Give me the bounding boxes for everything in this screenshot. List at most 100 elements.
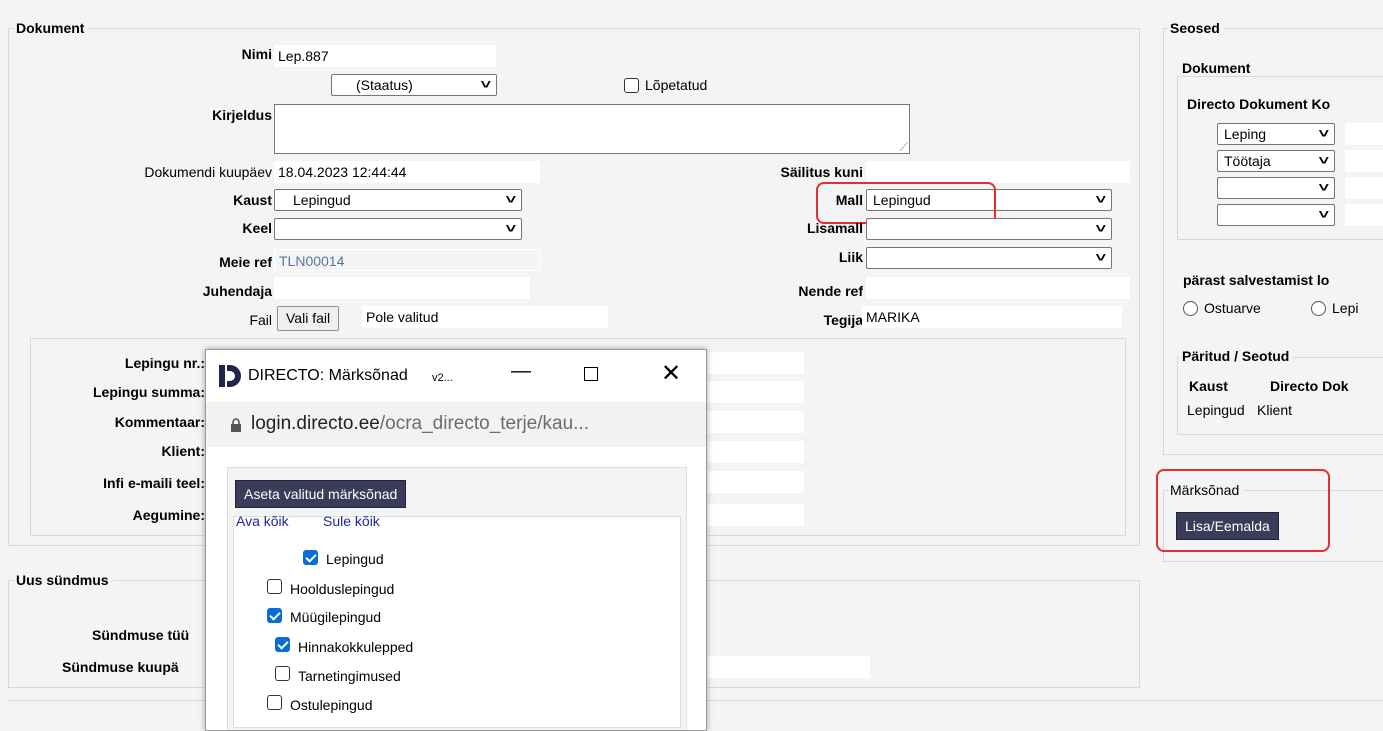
nenderef-label: Nende ref [798,283,863,299]
seosed-row-select-1[interactable]: Leping ˅ [1217,123,1335,145]
popup-title-suffix: v2... [432,372,453,384]
ostuarve-radio[interactable] [1183,301,1198,316]
hoolduslepingud-label: Hoolduslepingud [290,581,395,597]
paritud-row-dok[interactable]: Klient [1257,402,1292,418]
marksonad-highlight [1156,469,1330,552]
chevron-down-icon: ˅ [1318,180,1330,195]
sailitus-input[interactable] [866,161,1130,183]
keel-label: Keel [242,220,272,236]
seosed-row-input-1[interactable] [1345,123,1383,145]
chevron-down-icon: ˅ [1318,153,1330,168]
url-text[interactable]: login.directo.ee/ocra_directo_terje/kau.… [251,413,589,435]
chevron-down-icon: ˅ [1095,192,1107,207]
marksonad-popup-window: DIRECTO: Märksõnad v2... — ✕ login.direc… [205,349,707,731]
infi-label: Infi e-maili teel: [103,475,205,491]
nimi-input[interactable]: Lep.887 [274,45,496,67]
kaust-select[interactable]: Lepingud ˅ [274,189,522,211]
meieref-input: TLN00014 [274,249,540,271]
paritud-fieldset [1177,357,1383,435]
hinnakokkulepped-checkbox[interactable] [275,637,290,652]
seosed-row-input-3[interactable] [1345,177,1383,199]
kaust-value: Lepingud [293,192,351,208]
parast-salvestamist-text: pärast salvestamist lo [1183,272,1330,288]
lisamall-select[interactable]: ˅ [866,218,1112,240]
kirjeldus-textarea[interactable]: ⟋ [274,104,910,154]
ostuarve-label: Ostuarve [1204,300,1261,316]
url-host: login.directo.ee [251,413,380,434]
klient-label: Klient: [161,443,205,459]
directo-logo-icon [219,365,241,387]
chevron-down-icon: ˅ [505,192,517,207]
muugilepingud-checkbox[interactable] [267,608,282,623]
seosed-row-select-3[interactable]: ˅ [1217,177,1335,199]
lepingud-label: Lepingud [326,551,384,567]
staatus-select[interactable]: (Staatus) ˅ [331,74,497,96]
close-icon[interactable]: ✕ [661,359,681,388]
paritud-legend: Päritud / Seotud [1180,348,1294,364]
lepi-label: Lepi [1332,300,1359,316]
chevron-down-icon: ˅ [1095,221,1107,236]
aegumine-label: Aegumine: [132,507,205,523]
staatus-value: (Staatus) [356,77,413,93]
kirjeldus-label: Kirjeldus [212,107,272,123]
lepingu-nr-label: Lepingu nr.: [124,355,205,371]
liik-label: Liik [838,249,863,265]
juhendaja-label: Juhendaja [202,283,272,299]
seosed-dokument-legend: Dokument [1180,60,1255,76]
liik-select[interactable]: ˅ [866,247,1112,269]
ostulepingud-label: Ostulepingud [290,697,373,713]
popup-titlebar: DIRECTO: Märksõnad v2... — ✕ [206,350,706,402]
tarnetingimused-label: Tarnetingimused [298,668,401,684]
hinnakokkulepped-label: Hinnakokkulepped [298,639,414,655]
seosed-row-input-2[interactable] [1345,150,1383,172]
paritud-row-kaust[interactable]: Lepingud [1187,402,1245,418]
meieref-label: Meie ref [219,254,272,270]
seosed-row-select-2[interactable]: Töötaja ˅ [1217,150,1335,172]
kaust-label: Kaust [233,192,272,208]
ostulepingud-checkbox[interactable] [267,695,282,710]
directo-dokument-header: Directo Dokument Ko [1187,96,1331,112]
tarnetingimused-checkbox[interactable] [275,666,290,681]
paritud-col-kaust: Kaust [1189,378,1228,394]
maximize-icon[interactable] [584,367,598,381]
juhendaja-input[interactable] [274,277,530,299]
lock-icon [231,418,241,432]
resize-handle-icon[interactable]: ⟋ [900,140,908,155]
kuupaev-input[interactable]: 18.04.2023 12:44:44 [274,161,540,183]
keel-select[interactable]: ˅ [274,218,522,240]
lepingud-checkbox[interactable] [303,550,318,565]
sailitus-label: Säilitus kuni [780,164,863,180]
popup-title: DIRECTO: Märksõnad [248,367,408,384]
fail-status: Pole valitud [362,306,608,328]
chevron-down-icon: ˅ [1318,207,1330,222]
lepi-radio[interactable] [1311,301,1326,316]
paritud-col-dok: Directo Dok [1270,378,1349,394]
lepingu-summa-label: Lepingu summa: [92,384,205,400]
lisamall-label: Lisamall [806,220,863,236]
seosed-row-select-4[interactable]: ˅ [1217,204,1335,226]
minimize-icon[interactable]: — [511,360,531,383]
url-path: /ocra_directo_terje/kau... [379,413,589,434]
seosed-row-input-4[interactable] [1345,204,1383,226]
chevron-down-icon: ˅ [505,221,517,236]
seosed-legend: Seosed [1168,20,1224,36]
nenderef-input[interactable] [866,277,1130,299]
chevron-down-icon: ˅ [1318,126,1330,141]
sule-koik-link[interactable]: Sule kõik [323,513,380,529]
dokument-legend: Dokument [14,20,89,36]
sundmuse-kuupaev-label: Sündmuse kuupä [62,659,179,675]
aseta-valitud-button[interactable]: Aseta valitud märksõnad [235,480,407,508]
chevron-down-icon: ˅ [1095,250,1107,265]
fail-label: Fail [249,312,272,328]
muugilepingud-label: Müügilepingud [290,609,382,625]
ava-koik-link[interactable]: Ava kõik [236,513,289,529]
popup-content: Aseta valitud märksõnad Ava kõik Sule kõ… [206,447,706,730]
tegija-input[interactable]: MARIKA [862,306,1122,328]
lopetatud-checkbox[interactable] [624,78,639,93]
kuupaev-label: Dokumendi kuupäev [144,164,272,180]
vali-fail-button[interactable]: Vali fail [277,306,340,331]
sundmuse-tuup-label: Sündmuse tüü [92,627,190,643]
seosed-row-value: Leping [1224,126,1267,142]
sundmuse-kuupaev-input[interactable] [680,656,870,678]
hoolduslepingud-checkbox[interactable] [267,579,282,594]
